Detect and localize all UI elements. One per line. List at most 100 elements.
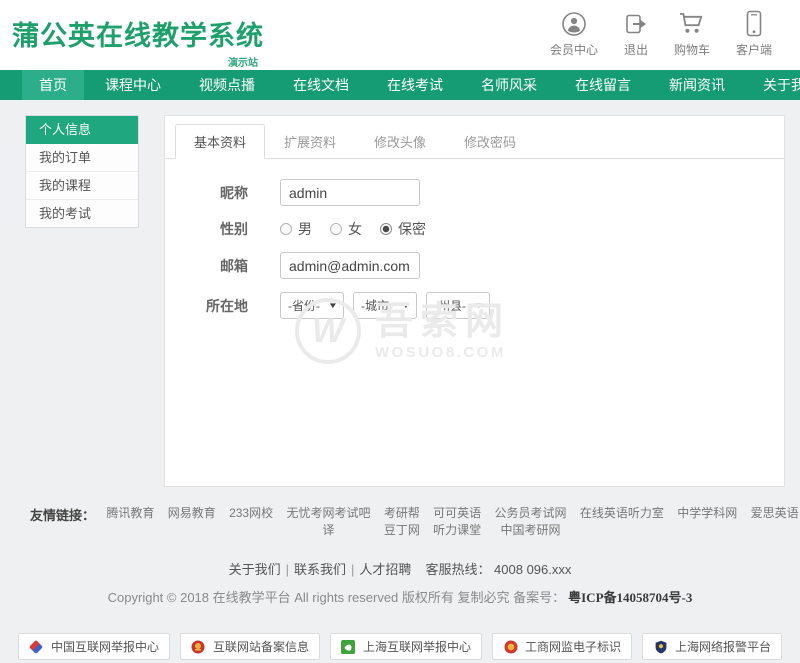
badge-china-internet-report-center[interactable]: 中国互联网举报中心 (17, 633, 170, 660)
nickname-input[interactable] (280, 179, 420, 206)
about-row: 关于我们 | 联系我们 | 人才招聘 客服热线： 4008 096.xxx (0, 559, 800, 578)
copyright-row: Copyright © 2018 在线教学平台 All rights reser… (0, 587, 800, 606)
badge-label: 上海互联网举报中心 (362, 640, 471, 654)
member-icon (561, 10, 587, 37)
quick-link-client[interactable]: 客户端 (736, 10, 772, 58)
friend-link[interactable]: 中学学科网 (677, 505, 737, 522)
nav-item-courses[interactable]: 课程中心 (88, 70, 178, 100)
friend-link[interactable]: 腾讯教育 (106, 505, 154, 522)
footer: 友情链接： 腾讯教育 网易教育 233网校 无忧考网考试吧译 考研帮 豆丁网 可可… (0, 487, 800, 660)
friend-link-cell: 网易教育 (168, 505, 216, 522)
location-label: 所在地 (206, 297, 248, 314)
tab-extended-info[interactable]: 扩展资料 (265, 124, 355, 159)
friend-link[interactable]: 在线英语听力室 (580, 505, 664, 522)
friend-link-cell: 无忧考网考试吧译 (286, 505, 370, 539)
police-shield-icon (653, 639, 668, 654)
sidebar-item-orders[interactable]: 我的订单 (26, 144, 138, 172)
friend-link[interactable]: 考研帮 (384, 505, 420, 522)
watermark-letter: W (311, 311, 345, 350)
logo-title: 蒲公英在线教学系统 (12, 21, 264, 51)
friend-link[interactable]: 爱思英语 (751, 505, 799, 522)
nav-item-messages[interactable]: 在线留言 (558, 70, 648, 100)
friend-links-label: 友情链接： (30, 508, 96, 523)
friend-link[interactable]: 公务员考试网 (495, 505, 567, 522)
friend-link-cell: 考研帮 豆丁网 (384, 505, 420, 539)
friend-link[interactable]: 译 (286, 522, 370, 539)
friend-link-cell: 中学学科网 (677, 505, 737, 522)
sidebar-item-courses[interactable]: 我的课程 (26, 172, 138, 200)
nav-item-about[interactable]: 关于我们 (746, 70, 800, 100)
tab-bar: 基本资料 扩展资料 修改头像 修改密码 (165, 116, 784, 159)
gender-option-label: 保密 (398, 221, 426, 237)
badge-website-icp-record[interactable]: 互联网站备案信息 (179, 633, 320, 660)
sidebar-item-exams[interactable]: 我的考试 (26, 200, 138, 227)
watermark-domain: WOSUO8.COM (375, 343, 506, 361)
tab-change-avatar[interactable]: 修改头像 (355, 124, 445, 159)
friend-link[interactable]: 可可英语 (433, 505, 481, 522)
friend-link[interactable]: 中国考研网 (495, 522, 567, 539)
logo-subtitle: 演示站 (228, 58, 258, 69)
badge-label: 上海网络报警平台 (675, 640, 772, 654)
pinwheel-icon (29, 639, 44, 654)
badge-shanghai-report-center[interactable]: 上海互联网举报中心 (329, 633, 482, 660)
gender-option-male[interactable]: 男 (280, 219, 312, 239)
badges-row: 中国互联网举报中心 互联网站备案信息 上海互联网举报中心 工商网监电子标识 上海… (0, 633, 800, 660)
sidebar-item-profile[interactable]: 个人信息 (26, 116, 138, 144)
logo[interactable]: 蒲公英在线教学系统 演示站 (12, 14, 264, 69)
header-quick-links: 会员中心 退出 购物车 客户端 (524, 10, 772, 58)
watermark-name: 吾索网 (375, 300, 511, 343)
gender-option-secret[interactable]: 保密 (380, 219, 426, 239)
radio-icon[interactable] (330, 223, 342, 235)
gender-option-label: 男 (298, 221, 312, 237)
separator: | (351, 562, 355, 577)
email-input[interactable] (280, 252, 420, 279)
nav-item-home[interactable]: 首页 (22, 70, 84, 100)
red-gold-emblem-icon (503, 639, 518, 654)
watermark: W 吾索网 WOSUO8.COM (295, 298, 510, 364)
radio-icon[interactable] (380, 223, 392, 235)
quick-link-label: 会员中心 (549, 43, 598, 57)
main-nav: 首页 课程中心 视频点播 在线文档 在线考试 名师风采 在线留言 新闻资讯 关于… (0, 70, 800, 100)
friend-link-cell: 可可英语 听力课堂 (433, 505, 481, 539)
jobs-link[interactable]: 人才招聘 (359, 562, 411, 577)
tab-basic-info[interactable]: 基本资料 (175, 124, 266, 159)
hotline: 客服热线： 4008 096.xxx (425, 562, 572, 577)
badge-label: 互联网站备案信息 (212, 640, 309, 654)
nickname-row: 昵称 (180, 179, 784, 206)
nav-item-news[interactable]: 新闻资讯 (652, 70, 742, 100)
quick-link-logout[interactable]: 退出 (624, 10, 648, 58)
badge-shanghai-cyber-police[interactable]: 上海网络报警平台 (642, 633, 783, 660)
watermark-text-block: 吾索网 WOSUO8.COM (375, 302, 510, 361)
nickname-label: 昵称 (220, 184, 248, 201)
badge-industry-commerce-emark[interactable]: 工商网监电子标识 (492, 633, 633, 660)
badge-label: 工商网监电子标识 (525, 640, 622, 654)
gender-label: 性别 (220, 221, 248, 237)
nav-item-video[interactable]: 视频点播 (182, 70, 272, 100)
cart-icon (678, 10, 705, 37)
radio-icon[interactable] (280, 223, 292, 235)
friend-link[interactable]: 无忧考网考试吧 (286, 505, 370, 522)
logout-icon (624, 10, 648, 37)
friend-link[interactable]: 网易教育 (168, 505, 216, 522)
nav-item-exams[interactable]: 在线考试 (370, 70, 460, 100)
friend-link-cell: 公务员考试网 中国考研网 (495, 505, 567, 539)
friend-link[interactable]: 233网校 (229, 505, 273, 522)
friend-link[interactable]: 豆丁网 (384, 522, 420, 539)
nav-item-docs[interactable]: 在线文档 (276, 70, 366, 100)
content-panel: 基本资料 扩展资料 修改头像 修改密码 昵称 性别 男 女 (164, 115, 785, 487)
national-emblem-icon (191, 639, 206, 654)
about-us-link[interactable]: 关于我们 (229, 562, 281, 577)
quick-link-label: 客户端 (735, 43, 772, 57)
quick-link-cart[interactable]: 购物车 (674, 10, 710, 58)
friend-link[interactable]: 听力课堂 (433, 522, 481, 539)
quick-link-member-center[interactable]: 会员中心 (550, 10, 598, 58)
tab-change-password[interactable]: 修改密码 (445, 124, 535, 159)
badge-label: 中国互联网举报中心 (50, 640, 159, 654)
sidebar: 个人信息 我的订单 我的课程 我的考试 (25, 115, 139, 228)
friend-link-cell: 爱思英语 (751, 505, 799, 522)
email-label: 邮箱 (220, 257, 248, 274)
email-row: 邮箱 (180, 252, 784, 279)
contact-us-link[interactable]: 联系我们 (294, 562, 346, 577)
nav-item-teachers[interactable]: 名师风采 (464, 70, 554, 100)
gender-option-female[interactable]: 女 (330, 219, 362, 239)
